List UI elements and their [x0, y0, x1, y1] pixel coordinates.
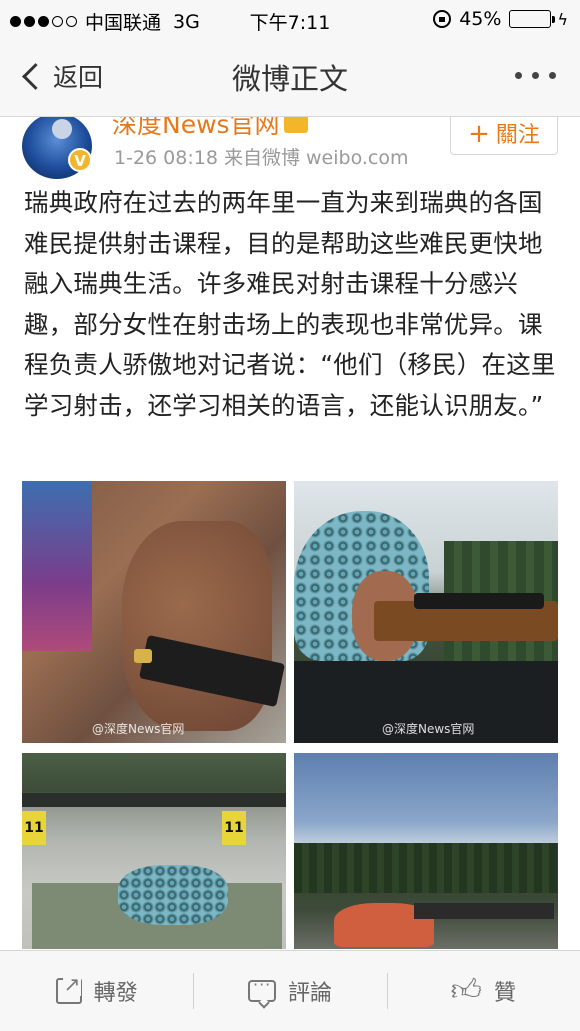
- post-timestamp: 1-26 08:18: [114, 147, 218, 169]
- nav-bar: 返回 微博正文: [0, 40, 580, 117]
- follow-button[interactable]: + 關注: [450, 117, 558, 155]
- post-image-4[interactable]: [294, 753, 558, 949]
- follow-label: 關注: [495, 123, 540, 148]
- post-meta: 1-26 08:18 来自微博 weibo.com: [114, 143, 409, 170]
- post-detail: V 深度News官网 1-26 08:18 来自微博 weibo.com + 關注…: [0, 117, 580, 950]
- thumbs-up-icon: 👍︎: [450, 973, 482, 1008]
- comment-button[interactable]: 評論: [193, 951, 386, 1031]
- rotation-lock-icon: [433, 10, 452, 28]
- post-image-3[interactable]: 11 11: [22, 753, 286, 949]
- bottom-toolbar: 轉發 評論 👍︎ 贊: [0, 950, 580, 1031]
- more-icon: [515, 72, 522, 79]
- status-bar: 中国联通 3G 下午7:11 45% ϟ: [0, 0, 580, 40]
- post-image-2[interactable]: @深度News官网: [294, 481, 558, 743]
- post-text: 瑞典政府在过去的两年里一直为来到瑞典的各国难民提供射击课程，目的是帮助这些难民更…: [24, 188, 556, 420]
- like-button[interactable]: 👍︎ 贊: [386, 951, 580, 1031]
- verified-badge-icon: V: [68, 148, 92, 172]
- post-source: 来自微博 weibo.com: [223, 147, 409, 169]
- repost-icon: [55, 972, 82, 1004]
- post-image-1[interactable]: @深度News官网: [22, 481, 286, 743]
- comment-icon: [247, 975, 276, 1002]
- author-name[interactable]: 深度News官网: [112, 117, 308, 141]
- more-button[interactable]: [515, 72, 556, 79]
- repost-label: 轉發: [93, 981, 138, 1006]
- page-title: 微博正文: [231, 62, 348, 96]
- watermark: @深度News官网: [382, 722, 475, 736]
- author-name-text: 深度News官网: [112, 117, 280, 139]
- charging-icon: ϟ: [557, 9, 568, 29]
- range-number: 11: [22, 811, 46, 845]
- like-label: 贊: [493, 981, 516, 1006]
- microphone-icon: [52, 119, 72, 139]
- vip-crown-icon: [283, 117, 308, 133]
- plus-icon: +: [468, 119, 490, 149]
- battery-percent: 45%: [459, 8, 502, 30]
- range-number: 11: [222, 811, 246, 845]
- battery-icon: ϟ: [509, 10, 568, 29]
- watermark: @深度News官网: [92, 722, 185, 736]
- repost-button[interactable]: 轉發: [0, 951, 193, 1031]
- status-right: 45% ϟ: [433, 8, 568, 30]
- comment-label: 評論: [287, 981, 332, 1006]
